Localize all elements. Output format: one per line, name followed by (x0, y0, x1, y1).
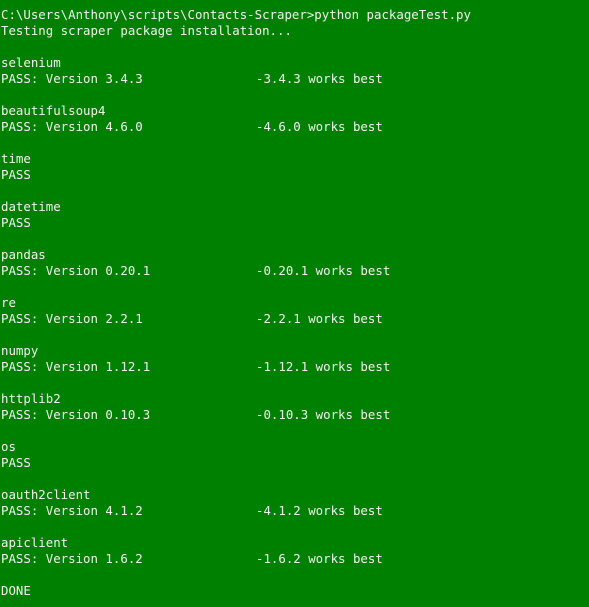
package-status-line: PASS: Version 1.6.2 -1.6.2 works best (1, 551, 589, 567)
package-status-line: PASS: Version 0.10.3 -0.10.3 works best (1, 407, 589, 423)
package-status: PASS: Version 3.4.3 (1, 71, 143, 86)
package-status-line: PASS: Version 4.6.0 -4.6.0 works best (1, 119, 589, 135)
package-status-line: PASS: Version 4.1.2 -4.1.2 works best (1, 503, 589, 519)
package-version-hint: -2.2.1 works best (256, 311, 383, 326)
intro-line: Testing scraper package installation... (1, 23, 292, 38)
package-name-line: oauth2client (1, 487, 91, 502)
package-version-hint: -4.1.2 works best (256, 503, 383, 518)
package-name-line: numpy (1, 343, 39, 358)
package-status: PASS (1, 167, 31, 182)
done-line: DONE (1, 583, 31, 598)
package-status-line: PASS (1, 455, 589, 471)
package-status-line: PASS: Version 0.20.1 -0.20.1 works best (1, 263, 589, 279)
package-status-line: PASS: Version 1.12.1 -1.12.1 works best (1, 359, 589, 375)
package-status-line: PASS: Version 3.4.3 -3.4.3 works best (1, 71, 589, 87)
package-name-line: time (1, 151, 31, 166)
package-status: PASS: Version 4.1.2 (1, 503, 143, 518)
package-name-line: os (1, 439, 16, 454)
package-status: PASS: Version 4.6.0 (1, 119, 143, 134)
package-status: PASS: Version 1.12.1 (1, 359, 151, 374)
package-version-hint: -4.6.0 works best (256, 119, 383, 134)
console-window[interactable]: C:\Users\Anthony\scripts\Contacts-Scrape… (0, 0, 589, 607)
command-prompt-line: C:\Users\Anthony\scripts\Contacts-Scrape… (1, 7, 471, 22)
package-version-hint: -1.12.1 works best (256, 359, 391, 374)
package-name-line: datetime (1, 199, 61, 214)
package-status-line: PASS (1, 167, 589, 183)
package-status: PASS: Version 0.10.3 (1, 407, 151, 422)
package-name-line: apiclient (1, 535, 69, 550)
package-version-hint: -3.4.3 works best (256, 71, 383, 86)
package-version-hint: -1.6.2 works best (256, 551, 383, 566)
package-name-line: re (1, 295, 16, 310)
package-status: PASS (1, 215, 31, 230)
package-name-line: selenium (1, 55, 61, 70)
package-status: PASS: Version 1.6.2 (1, 551, 143, 566)
package-status: PASS: Version 0.20.1 (1, 263, 151, 278)
package-status: PASS: Version 2.2.1 (1, 311, 143, 326)
package-version-hint: -0.10.3 works best (256, 407, 391, 422)
package-name-line: pandas (1, 247, 46, 262)
package-version-hint: -0.20.1 works best (256, 263, 391, 278)
package-name-line: httplib2 (1, 391, 61, 406)
package-name-line: beautifulsoup4 (1, 103, 106, 118)
package-status-line: PASS (1, 215, 589, 231)
package-status-line: PASS: Version 2.2.1 -2.2.1 works best (1, 311, 589, 327)
package-status: PASS (1, 455, 31, 470)
